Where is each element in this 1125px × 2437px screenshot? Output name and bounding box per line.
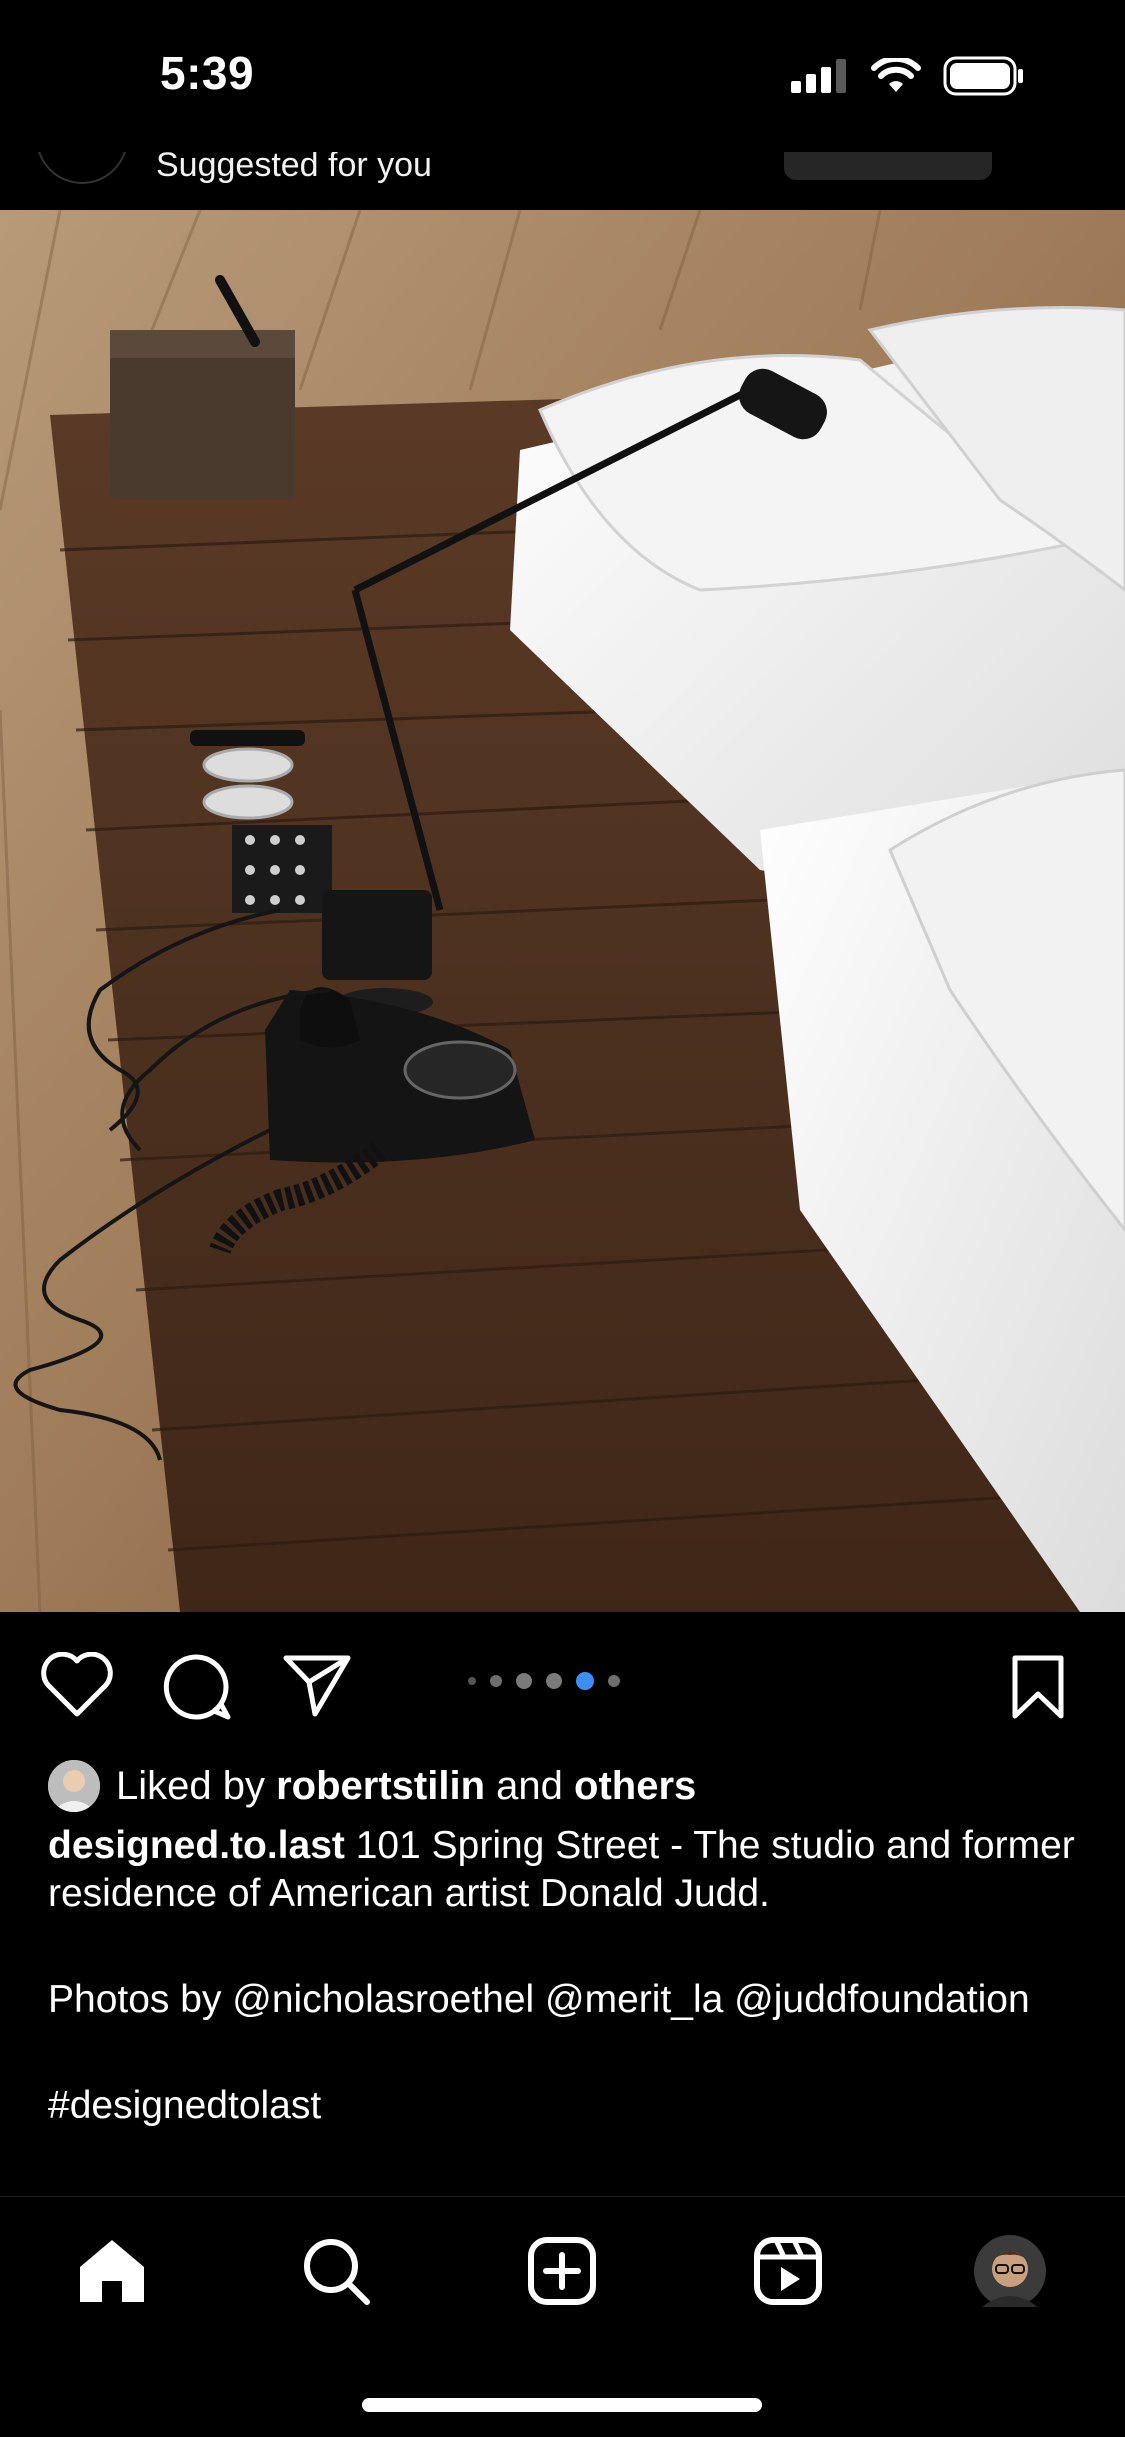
battery-icon (943, 56, 1023, 96)
caption-username[interactable]: designed.to.last (48, 1824, 345, 1867)
suggested-label: Suggested for you (156, 152, 432, 184)
search-icon (304, 2239, 370, 2305)
home-icon (80, 2240, 144, 2302)
caption-hashtag[interactable]: #designedtolast (48, 2082, 1088, 2130)
caption-credits: Photos by @nicholasroethel @merit_la @ju… (48, 1978, 1030, 2021)
wifi-icon (871, 58, 921, 92)
carousel-dot (468, 1677, 476, 1685)
tab-profile[interactable] (970, 2231, 1050, 2311)
carousel-indicator (468, 1672, 620, 1690)
profile-avatar (974, 2235, 1046, 2307)
post-image (0, 210, 1125, 1612)
liked-username[interactable]: robertstilin (276, 1764, 485, 1809)
status-time: 5:39 (160, 47, 255, 99)
suggested-header: Suggested for you (0, 152, 1125, 210)
post-photo[interactable] (0, 210, 1125, 1612)
liked-user-avatar (48, 1760, 100, 1812)
share-send-icon[interactable] (282, 1652, 352, 1718)
tab-reels[interactable] (748, 2231, 828, 2311)
tab-home[interactable] (72, 2231, 152, 2311)
status-icons (791, 54, 1025, 98)
carousel-dot (608, 1675, 620, 1687)
like-heart-icon[interactable] (40, 1652, 114, 1718)
create-icon (528, 2237, 596, 2305)
carousel-dot (490, 1675, 502, 1687)
post-caption: designed.to.last 101 Spring Street - The… (48, 1822, 1088, 2130)
liked-prefix: Liked by (116, 1763, 265, 1808)
tab-create[interactable] (522, 2231, 602, 2311)
suggested-avatar[interactable] (36, 152, 128, 184)
carousel-dot-active (576, 1672, 594, 1690)
save-bookmark-icon[interactable] (1010, 1654, 1066, 1720)
liked-and: and (496, 1763, 563, 1808)
liked-by[interactable]: Liked by robertstilin and others (48, 1758, 696, 1814)
tab-search[interactable] (296, 2231, 376, 2311)
follow-button[interactable] (784, 152, 992, 180)
carousel-dot (516, 1673, 532, 1689)
liked-others[interactable]: others (574, 1764, 696, 1809)
comment-icon[interactable] (162, 1652, 232, 1722)
carousel-dot (546, 1673, 562, 1689)
home-indicator[interactable] (362, 2398, 762, 2412)
reels-icon (754, 2237, 822, 2305)
signal-icon (791, 59, 846, 93)
